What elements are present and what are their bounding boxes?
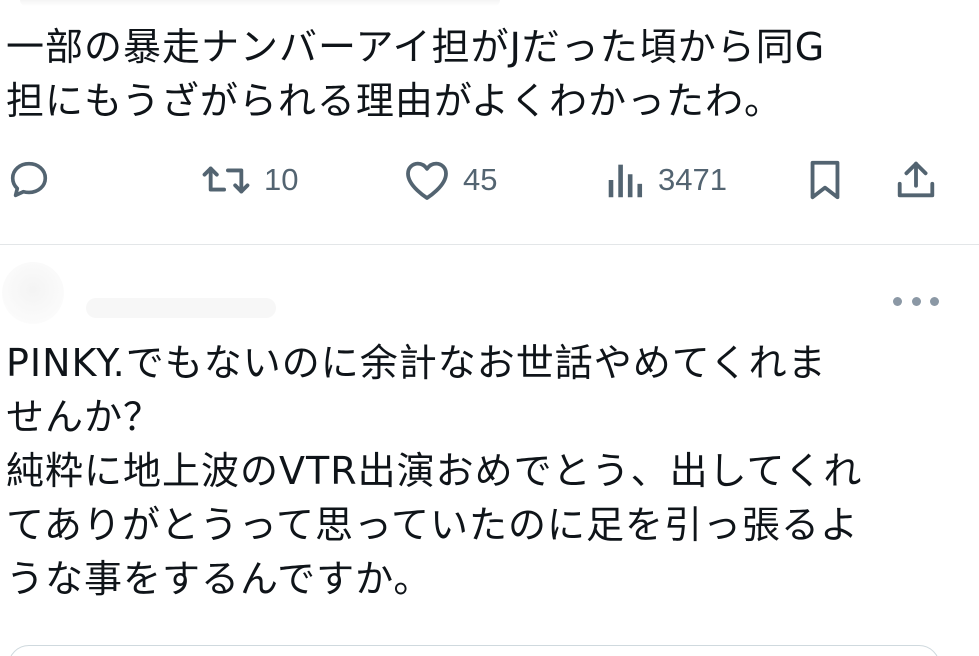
- bookmark-button[interactable]: [805, 150, 845, 210]
- retweet-count: 10: [264, 162, 299, 197]
- views-chart-icon: [608, 164, 643, 198]
- bookmark-icon: [810, 160, 840, 200]
- more-horizontal-icon: [911, 296, 921, 306]
- more-horizontal-icon: [930, 296, 939, 306]
- reply-icon: [10, 161, 48, 198]
- faded-username: [86, 298, 276, 318]
- like-count: 45: [463, 162, 498, 197]
- tweet-text: 一部の暴走ナンバーアイ担がJだった頃から同G 担にもうざがられる理由がよくわかっ…: [6, 25, 826, 123]
- more-options-button[interactable]: [893, 290, 939, 312]
- tweet-divider: [0, 244, 979, 245]
- heart-icon: [406, 161, 448, 200]
- reply-tweet-text: PINKY.でもないのに余計なお世話やめてくれま せんか？ 純粋に地上波のVTR…: [6, 341, 863, 601]
- like-button[interactable]: 45: [403, 150, 497, 210]
- faded-avatar: [2, 262, 64, 324]
- embedded-card[interactable]: [8, 645, 940, 656]
- retweet-icon: [202, 166, 250, 194]
- tweet-action-bar: 10 45 3471: [0, 150, 979, 210]
- views-count: 3471: [658, 162, 727, 197]
- views-button[interactable]: 3471: [604, 150, 727, 210]
- retweet-button[interactable]: 10: [200, 150, 298, 210]
- share-icon: [897, 161, 935, 198]
- share-button[interactable]: [893, 150, 939, 210]
- reply-button[interactable]: [6, 150, 52, 210]
- previous-content-fade: [20, 0, 500, 6]
- more-horizontal-icon: [893, 296, 902, 306]
